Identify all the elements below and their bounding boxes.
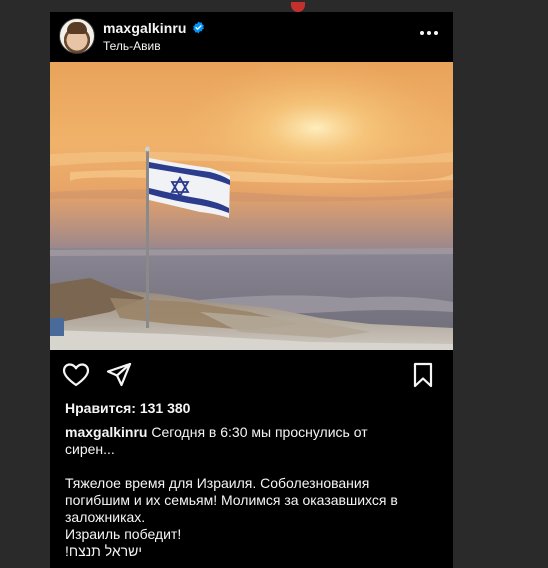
post-header: maxgalkinru Тель-Авив (50, 12, 453, 62)
post-actions (50, 352, 453, 396)
location-link[interactable]: Тель-Авив (103, 39, 161, 53)
caption-line: Израиль победит! (65, 526, 182, 542)
bookmark-icon[interactable] (409, 361, 437, 389)
avatar[interactable] (59, 18, 95, 54)
caption-text: Сегодня в 6:30 мы проснулись от (147, 424, 368, 440)
flag-sunset-photo (50, 62, 453, 350)
instagram-post: maxgalkinru Тель-Авив Нравится: 131 380 … (50, 12, 453, 568)
caption-line: погибшим и их семьям! Молимся за оказавш… (65, 492, 398, 508)
verified-badge-icon (193, 21, 204, 34)
caption-line-hebrew: ישראל תנצח! (65, 543, 143, 559)
post-image[interactable] (50, 62, 453, 350)
caption-text-cont: сирен... (65, 441, 115, 457)
caption-paragraph: Тяжелое время для Израиля. Соболезновани… (65, 475, 435, 560)
heart-icon[interactable] (62, 361, 90, 389)
caption-line: заложниках. (65, 509, 146, 525)
caption-username[interactable]: maxgalkinru (65, 424, 147, 440)
likes-count[interactable]: Нравится: 131 380 (65, 400, 190, 416)
username-link[interactable]: maxgalkinru (103, 20, 187, 36)
caption-line: Тяжелое время для Израиля. Соболезновани… (65, 475, 370, 491)
more-options-icon[interactable] (419, 26, 439, 40)
post-caption: maxgalkinru Сегодня в 6:30 мы проснулись… (65, 424, 435, 560)
send-icon[interactable] (105, 361, 133, 389)
notification-badge (291, 2, 305, 12)
screen: maxgalkinru Тель-Авив Нравится: 131 380 … (0, 0, 548, 568)
